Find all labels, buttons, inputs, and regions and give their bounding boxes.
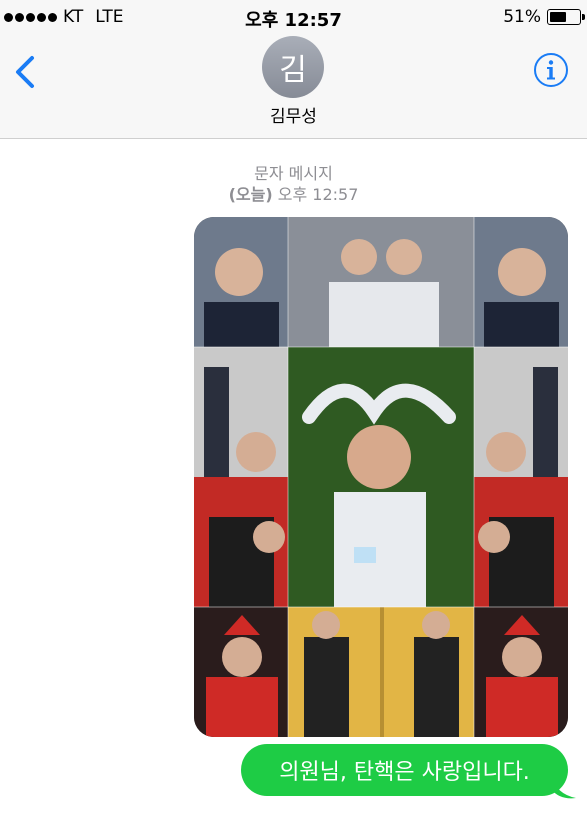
chevron-left-icon [16,56,34,88]
info-icon [534,53,568,87]
contact-avatar[interactable]: 김 [262,36,324,98]
status-bar: KT LTE 오후 12:57 51% [0,0,587,36]
sent-message-bubble[interactable]: 의원님, 탄핵은 사랑입니다. [241,744,568,796]
battery-icon [547,9,585,25]
status-time: 오후 12:57 [245,10,342,31]
timestamp-day: (오늘) [228,185,273,204]
info-button[interactable] [533,52,569,88]
conversation-header: 김 김무성 [0,36,587,139]
photo-attachment[interactable] [194,217,568,737]
message-text: 의원님, 탄핵은 사랑입니다. [279,760,530,785]
status-right: 51% [503,7,585,27]
back-button[interactable] [8,52,40,92]
timestamp-time: 오후 12:57 [277,185,359,204]
message-timestamp: (오늘) 오후 12:57 [0,181,587,205]
collage-image [194,217,568,737]
bubble-tail-icon [552,776,576,799]
contact-name[interactable]: 김무성 [0,102,587,127]
battery-percent: 51% [503,7,541,27]
avatar-initial: 김 [279,53,307,88]
